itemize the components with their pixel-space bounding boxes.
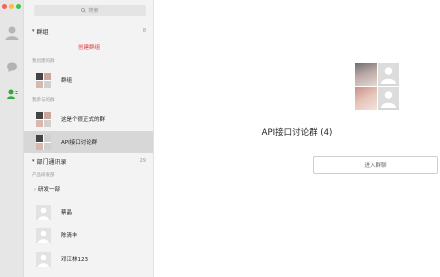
nav-rail (0, 0, 24, 277)
create-group-button[interactable]: 创建群组 (24, 41, 153, 52)
contacts-list-panel: 搜索 ▾ 群组 8 创建群组 我创建的群 群组 我参与的群 这是个很正式的群 A… (24, 0, 154, 277)
directory-section-header[interactable]: ▾ 部门通讯录 29 (24, 155, 153, 167)
groups-section-title: 群组 (36, 28, 49, 36)
group-avatar (36, 72, 51, 88)
group-item[interactable]: 群组 (24, 69, 153, 91)
nav-chat[interactable] (3, 58, 21, 76)
group-avatar (36, 134, 51, 150)
directory-count: 29 (139, 158, 146, 164)
user-icon (377, 63, 399, 84)
member-avatar (36, 251, 51, 267)
group-avatar (36, 111, 51, 127)
member-name: 陈清丰 (61, 233, 78, 239)
profile-avatar[interactable] (3, 23, 21, 41)
group-name: API接口讨论群 (61, 140, 98, 146)
search-box[interactable]: 搜索 (34, 5, 146, 16)
minimize-window-button[interactable] (9, 4, 14, 9)
member-item[interactable]: 蔡晶 (24, 201, 153, 223)
member-avatar (36, 204, 51, 220)
contacts-icon (7, 89, 18, 99)
nav-contacts[interactable] (3, 85, 21, 103)
department-name: 研发一部 (38, 187, 61, 193)
group-name: 群组 (61, 78, 73, 84)
default-avatar (377, 87, 399, 110)
directory-section-title: 部门通讯录 (36, 158, 67, 166)
maximize-window-button[interactable] (16, 4, 21, 9)
group-detail-avatar (355, 63, 399, 110)
member-item[interactable]: 邓江林123 (24, 248, 153, 270)
groups-count: 8 (142, 28, 146, 34)
default-avatar (377, 63, 399, 86)
close-window-button[interactable] (2, 4, 7, 9)
member-name: 蔡晶 (61, 210, 73, 216)
group-item[interactable]: 这是个很正式的群 (24, 108, 153, 130)
member-item[interactable]: 陈清丰 (24, 224, 153, 246)
user-icon (36, 251, 51, 267)
group-detail-panel (154, 0, 440, 277)
user-icon (377, 87, 399, 108)
app-window: 搜索 ▾ 群组 8 创建群组 我创建的群 群组 我参与的群 这是个很正式的群 A… (0, 0, 440, 277)
window-controls (2, 4, 21, 9)
chevron-right-icon: › (34, 187, 36, 193)
user-icon (36, 204, 51, 220)
department-header[interactable]: › 研发一部 (34, 185, 60, 193)
org-label: 产品研发部 (32, 173, 55, 178)
search-icon (81, 8, 87, 13)
search-placeholder: 搜索 (88, 8, 99, 14)
created-groups-label: 我创建的群 (32, 59, 55, 64)
group-detail-title: API接口讨论群 (4) (261, 128, 333, 138)
enter-group-chat-button[interactable]: 进入群聊 (313, 156, 438, 174)
member-name: 邓江林123 (61, 257, 88, 263)
member-avatar (36, 227, 51, 243)
group-item-selected[interactable]: API接口讨论群 (24, 131, 153, 153)
member-photo (355, 87, 377, 110)
groups-section-header[interactable]: ▾ 群组 8 (24, 25, 153, 37)
member-photo (355, 63, 377, 86)
chevron-down-icon: ▾ (32, 28, 35, 34)
group-name: 这是个很正式的群 (61, 117, 106, 123)
user-icon (5, 26, 19, 40)
chevron-down-icon: ▾ (32, 158, 35, 164)
chat-bubble-icon (7, 62, 17, 72)
user-icon (36, 227, 51, 243)
joined-groups-label: 我参与的群 (32, 98, 55, 103)
